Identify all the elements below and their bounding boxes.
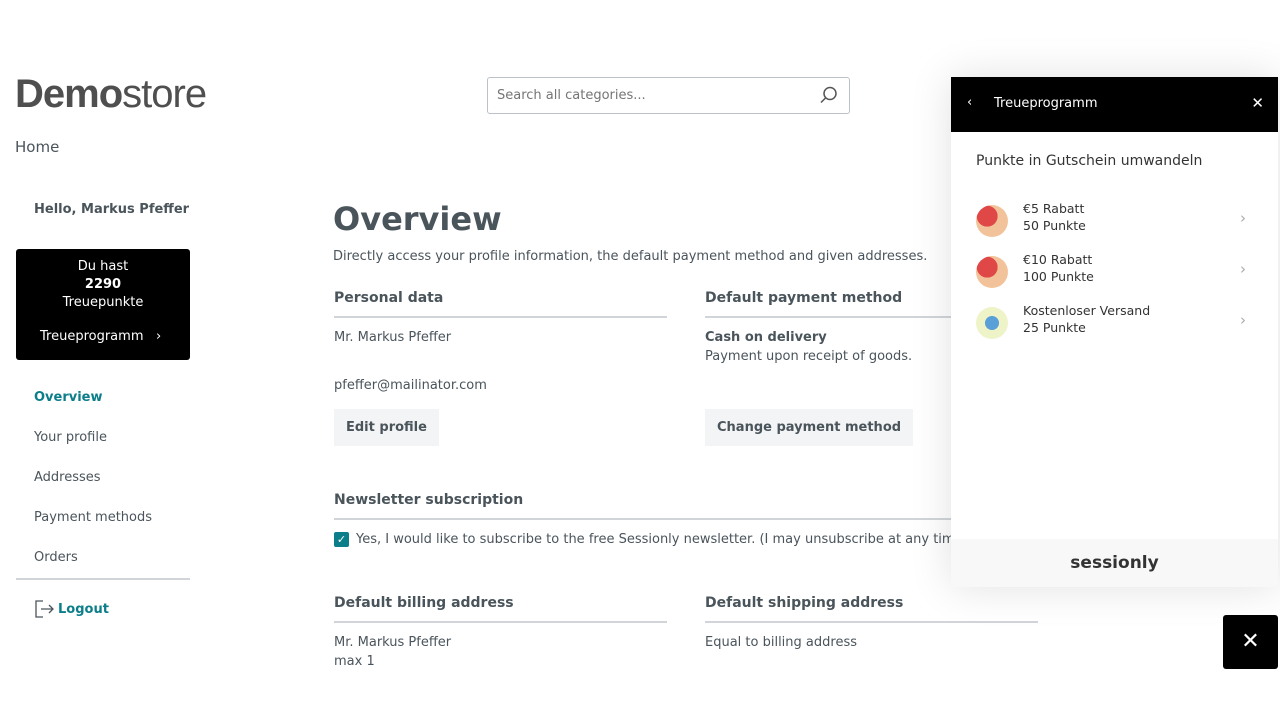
newsletter-heading: Newsletter subscription — [334, 492, 951, 520]
brand-logo: sessionly — [951, 539, 1278, 587]
close-widget-button[interactable]: ✕ — [1223, 615, 1278, 669]
payment-desc: Payment upon receipt of goods. — [705, 349, 913, 364]
money-bag-hand-icon — [976, 256, 1008, 288]
back-icon[interactable]: ‹ — [967, 95, 972, 110]
breadcrumb-home[interactable]: Home — [15, 138, 59, 156]
newsletter-checkbox[interactable]: ✓ — [334, 532, 349, 547]
logo[interactable]: Demostore — [15, 72, 207, 117]
chevron-right-icon: › — [1240, 260, 1246, 278]
greeting: Hello, Markus Pfeffer — [34, 202, 190, 217]
nav-overview[interactable]: Overview — [34, 390, 152, 430]
nav-addresses[interactable]: Addresses — [34, 470, 152, 510]
divider — [16, 578, 190, 580]
logout-link[interactable]: Logout — [34, 600, 109, 618]
points-value: 2290 — [84, 277, 122, 292]
points-label: Du hast — [77, 259, 129, 274]
points-unit: Treuepunkte — [62, 295, 144, 310]
reward-name: €10 Rabatt — [1023, 252, 1093, 267]
page-intro: Directly access your profile information… — [333, 249, 928, 264]
nav-orders[interactable]: Orders — [34, 550, 152, 590]
money-bag-hand-icon — [976, 205, 1008, 237]
reward-item[interactable]: €5 Rabatt 50 Punkte › — [976, 201, 1256, 241]
panel-header: ‹ Treueprogramm ✕ — [951, 77, 1278, 132]
reward-cost: 100 Punkte — [1023, 269, 1094, 284]
payment-heading: Default payment method — [705, 290, 951, 318]
nav-payment-methods[interactable]: Payment methods — [34, 510, 152, 550]
payment-method: Cash on delivery — [705, 330, 827, 345]
reward-item[interactable]: €10 Rabatt 100 Punkte › — [976, 252, 1256, 292]
loyalty-points-box: Du hast 2290 Treuepunkte Treueprogramm › — [16, 249, 190, 360]
truck-icon — [976, 307, 1008, 339]
loyalty-program-link[interactable]: Treueprogramm — [40, 329, 170, 344]
reward-name: Kostenloser Versand — [1023, 303, 1151, 318]
shipping-text: Equal to billing address — [705, 635, 857, 650]
billing-street: max 1 — [334, 654, 375, 669]
logout-label: Logout — [58, 601, 109, 617]
billing-heading: Default billing address — [334, 595, 667, 623]
change-payment-button[interactable]: Change payment method — [705, 409, 914, 446]
chevron-right-icon: › — [156, 329, 162, 344]
search-icon[interactable] — [820, 86, 838, 104]
nav-your-profile[interactable]: Your profile — [34, 430, 152, 470]
personal-data-heading: Personal data — [334, 290, 667, 318]
chevron-right-icon: › — [1240, 209, 1246, 227]
chevron-right-icon: › — [1240, 311, 1246, 329]
reward-cost: 50 Punkte — [1023, 218, 1086, 233]
personal-name: Mr. Markus Pfeffer — [334, 330, 452, 345]
billing-name: Mr. Markus Pfeffer — [334, 635, 452, 650]
shipping-heading: Default shipping address — [705, 595, 1038, 623]
page-title: Overview — [333, 200, 502, 238]
search-input[interactable] — [487, 77, 850, 114]
newsletter-label[interactable]: Yes, I would like to subscribe to the fr… — [356, 532, 972, 547]
loyalty-panel: ‹ Treueprogramm ✕ Punkte in Gutschein um… — [951, 77, 1278, 587]
reward-item[interactable]: Kostenloser Versand 25 Punkte › — [976, 303, 1256, 343]
logout-icon — [35, 600, 54, 618]
close-icon[interactable]: ✕ — [1251, 94, 1264, 112]
edit-profile-button[interactable]: Edit profile — [334, 409, 439, 446]
panel-title: Treueprogramm — [994, 96, 1098, 111]
personal-email: pfeffer@mailinator.com — [334, 378, 487, 393]
panel-subtitle: Punkte in Gutschein umwandeln — [976, 153, 1203, 169]
reward-name: €5 Rabatt — [1023, 201, 1085, 216]
account-nav: Overview Your profile Addresses Payment … — [34, 390, 152, 590]
reward-cost: 25 Punkte — [1023, 320, 1086, 335]
